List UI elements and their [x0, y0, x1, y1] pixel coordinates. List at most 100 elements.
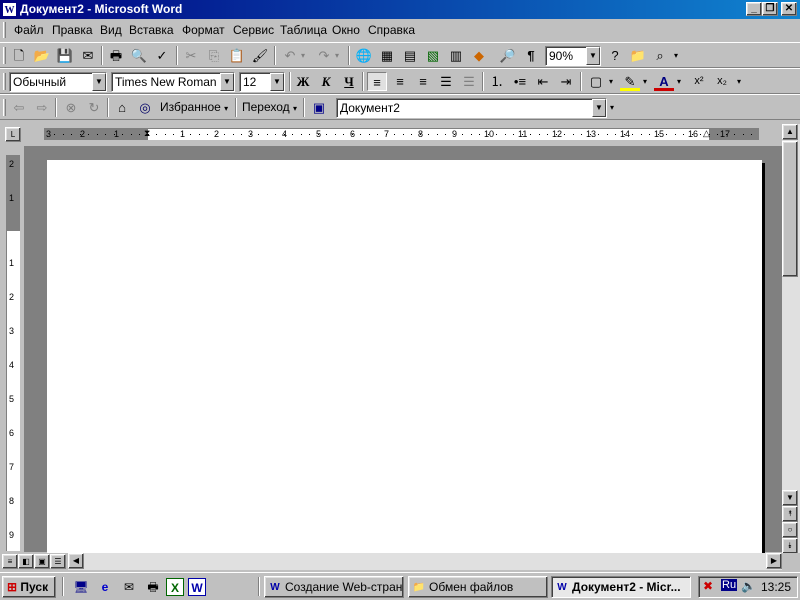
- minimize-button[interactable]: _: [746, 2, 762, 16]
- volume-icon[interactable]: 🔈: [741, 579, 756, 593]
- menu-view[interactable]: Вид: [100, 23, 122, 37]
- outlook-icon[interactable]: ✉: [120, 578, 138, 596]
- more-buttons-icon[interactable]: ▾: [671, 46, 681, 65]
- scroll-down-button[interactable]: ▼: [782, 490, 798, 506]
- print-icon[interactable]: 🖶: [106, 46, 126, 65]
- web-view-icon[interactable]: ◧: [18, 554, 34, 569]
- show-only-web-toolbar-icon[interactable]: ▣: [309, 98, 329, 117]
- vertical-ruler[interactable]: 2 1 1 2 3 4 5 6 7 8 9: [6, 155, 20, 551]
- menu-grip[interactable]: [3, 22, 6, 38]
- document-map-icon[interactable]: 🔎: [498, 46, 518, 65]
- align-center-icon[interactable]: ≡: [390, 72, 410, 91]
- hyperlink-icon[interactable]: 🌐: [354, 46, 374, 65]
- task-button[interactable]: 📁 Обмен файлов: [408, 576, 548, 598]
- goto-menu[interactable]: Переход ▾: [242, 98, 300, 117]
- clock[interactable]: 13:25: [761, 580, 791, 594]
- open-folder-icon[interactable]: 📂: [32, 46, 52, 65]
- increase-indent-icon[interactable]: ⇥: [556, 72, 576, 91]
- address-combo[interactable]: Документ2 ▼: [336, 98, 607, 118]
- show-hide-icon[interactable]: ¶: [521, 46, 541, 65]
- chevron-down-icon[interactable]: ▾: [674, 72, 684, 91]
- internet-explorer-icon[interactable]: e: [96, 578, 114, 596]
- word-app-icon[interactable]: W: [2, 2, 17, 17]
- new-document-icon[interactable]: 🗋: [9, 46, 29, 65]
- bold-button[interactable]: Ж: [293, 72, 313, 91]
- task-button-active[interactable]: W Документ2 - Micr...: [551, 576, 691, 598]
- style-select[interactable]: Обычный ▼: [9, 72, 107, 92]
- underline-button[interactable]: Ч: [339, 72, 359, 91]
- more-buttons-icon[interactable]: ▾: [734, 72, 744, 91]
- show-desktop-icon[interactable]: 🖥: [72, 578, 90, 596]
- menu-window[interactable]: Окно: [332, 23, 360, 37]
- language-indicator[interactable]: Ru: [721, 579, 738, 591]
- align-right-icon[interactable]: ≡: [413, 72, 433, 91]
- insert-excel-icon[interactable]: ▧: [423, 46, 443, 65]
- toolbar-grip[interactable]: [3, 73, 6, 90]
- menu-tools[interactable]: Сервис: [233, 23, 274, 37]
- superscript-icon[interactable]: x²: [689, 72, 709, 91]
- printer-icon[interactable]: 🖶: [144, 578, 162, 596]
- bulleted-list-icon[interactable]: •≡: [510, 72, 530, 91]
- save-icon[interactable]: 💾: [55, 46, 75, 65]
- excel-icon[interactable]: X: [166, 578, 184, 596]
- horizontal-ruler[interactable]: 3 2 1 ⧗ 1 2 3 4 5 6 7 8 9 10 11 12 13 14…: [44, 128, 759, 140]
- menu-table[interactable]: Таблица: [280, 23, 327, 37]
- forward-arrow-icon[interactable]: ⇨: [32, 98, 52, 117]
- menu-insert[interactable]: Вставка: [129, 23, 174, 37]
- numbered-list-icon[interactable]: ⒈: [487, 72, 507, 91]
- chevron-down-icon[interactable]: ▼: [270, 73, 284, 91]
- cut-icon[interactable]: ✂: [181, 46, 201, 65]
- help-icon[interactable]: ?: [605, 46, 625, 65]
- next-page-button[interactable]: ⯯: [782, 538, 798, 554]
- select-browse-object-button[interactable]: ○: [782, 522, 798, 538]
- close-button[interactable]: ✕: [781, 2, 797, 16]
- search-web-icon[interactable]: ◎: [135, 98, 155, 117]
- previous-page-button[interactable]: ⯭: [782, 506, 798, 522]
- undo-dropdown-icon[interactable]: ▾: [298, 46, 308, 65]
- redo-icon[interactable]: ↷: [314, 46, 334, 65]
- menu-edit[interactable]: Правка: [52, 23, 93, 37]
- scroll-right-button[interactable]: ▶: [766, 553, 782, 569]
- page-layout-view-icon[interactable]: ▣: [34, 554, 50, 569]
- outline-view-icon[interactable]: ☰: [50, 554, 66, 569]
- font-color-icon[interactable]: A: [654, 72, 674, 91]
- start-button[interactable]: ⊞ Пуск: [2, 576, 56, 598]
- columns-icon[interactable]: ▥: [446, 46, 466, 65]
- more-buttons-icon[interactable]: ▾: [607, 98, 617, 117]
- menu-file[interactable]: Файл: [14, 23, 44, 37]
- email-icon[interactable]: ✉: [78, 46, 98, 65]
- title-bar[interactable]: W Документ2 - Microsoft Word _ ❐ ✕: [0, 0, 800, 19]
- toolbar-grip[interactable]: [3, 99, 6, 116]
- horizontal-scrollbar[interactable]: ◀ ▶: [68, 553, 782, 570]
- redo-dropdown-icon[interactable]: ▾: [332, 46, 342, 65]
- find-binoculars-icon[interactable]: ⌕: [650, 46, 670, 65]
- chevron-down-icon[interactable]: ▼: [592, 99, 606, 117]
- spelling-icon[interactable]: ✓: [152, 46, 172, 65]
- document-page[interactable]: [47, 160, 762, 560]
- decrease-indent-icon[interactable]: ⇤: [533, 72, 553, 91]
- scroll-left-button[interactable]: ◀: [68, 553, 84, 569]
- chevron-down-icon[interactable]: ▼: [92, 73, 106, 91]
- format-painter-icon[interactable]: 🖌: [250, 46, 270, 65]
- menu-format[interactable]: Формат: [182, 23, 225, 37]
- copy-icon[interactable]: ⎘: [204, 46, 224, 65]
- chevron-down-icon[interactable]: ▾: [640, 72, 650, 91]
- open-folder-icon[interactable]: 📁: [628, 46, 648, 65]
- insert-table-icon[interactable]: ▤: [400, 46, 420, 65]
- vertical-scrollbar[interactable]: ▲ ▼ ⯭ ○ ⯯: [782, 124, 800, 554]
- chevron-down-icon[interactable]: ▼: [220, 73, 234, 91]
- distributed-icon[interactable]: ☰: [459, 72, 479, 91]
- back-arrow-icon[interactable]: ⇦: [9, 98, 29, 117]
- paste-icon[interactable]: 📋: [227, 46, 247, 65]
- network-icon[interactable]: ✖: [703, 579, 713, 593]
- drawing-icon[interactable]: ◆: [469, 46, 489, 65]
- scroll-up-button[interactable]: ▲: [782, 124, 798, 140]
- zoom-select[interactable]: 90% ▼: [545, 46, 601, 66]
- menu-help[interactable]: Справка: [368, 23, 415, 37]
- borders-icon[interactable]: ▢: [586, 72, 606, 91]
- chevron-down-icon[interactable]: ▼: [586, 47, 600, 65]
- stop-icon[interactable]: ⊗: [61, 98, 81, 117]
- restore-button[interactable]: ❐: [762, 2, 778, 16]
- task-button[interactable]: W Создание Web-стран...: [264, 576, 404, 598]
- favorites-menu[interactable]: Избранное ▾: [160, 98, 232, 117]
